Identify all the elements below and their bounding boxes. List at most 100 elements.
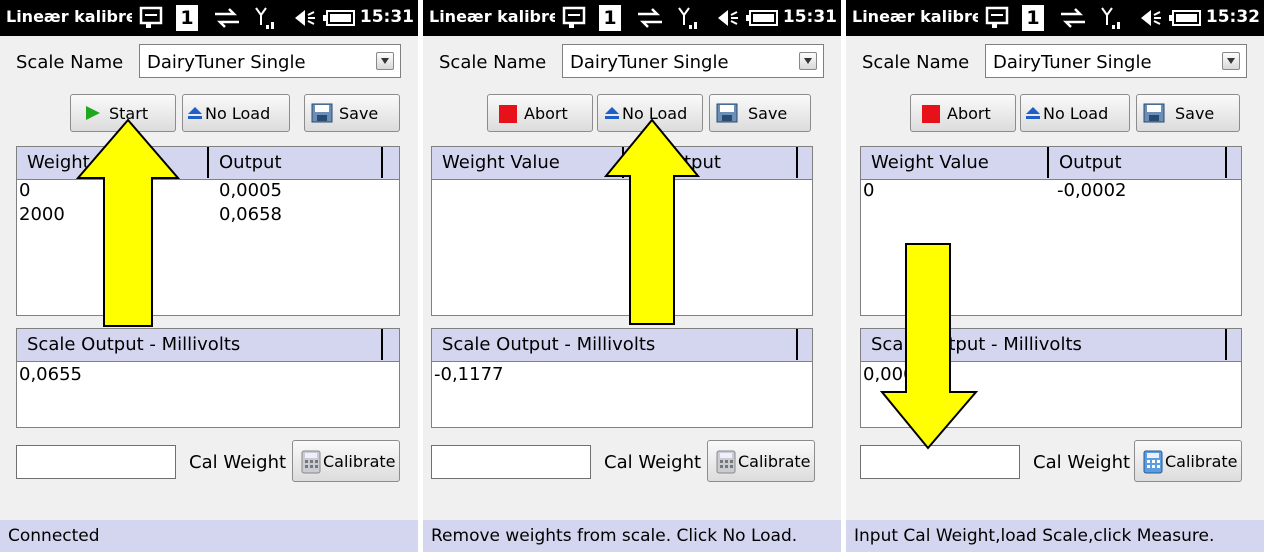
volume-icon[interactable] — [1138, 5, 1164, 31]
sync-arrows-icon — [638, 8, 662, 28]
header-spacer — [1225, 329, 1241, 360]
eject-icon — [1026, 107, 1040, 119]
volume-icon[interactable] — [715, 5, 741, 31]
scale-name-label: Scale Name — [439, 52, 547, 73]
chat-icon[interactable] — [984, 5, 1012, 31]
battery-icon — [746, 10, 778, 26]
chat-icon[interactable] — [138, 5, 166, 31]
scale-output-box: Scale Output - Millivolts 0,0655 — [16, 328, 400, 428]
column-header-weight[interactable]: Weight Value — [861, 147, 1049, 178]
output-cell: 0,0658 — [219, 204, 282, 225]
calibrate-button-label: Calibrate — [1165, 452, 1238, 471]
status-text: Connected — [8, 526, 100, 546]
title-bar: Lineær kalibre 1 15:32 — [846, 0, 1264, 36]
weight-cell: 0 — [19, 180, 31, 201]
abort-button-label: Abort — [947, 104, 991, 123]
scale-output-header: Scale Output - Millivolts — [17, 329, 399, 362]
header-spacer — [383, 329, 399, 360]
scale-output-title: Scale Output - Millivolts — [432, 329, 798, 360]
no-load-button[interactable]: No Load — [1020, 94, 1130, 132]
battery-icon — [1169, 10, 1201, 26]
sync-arrows-icon — [1061, 8, 1085, 28]
column-header-output[interactable]: Output — [1049, 147, 1227, 178]
scale-name-select[interactable]: DairyTuner Single — [985, 44, 1247, 78]
save-button[interactable]: Save — [1136, 94, 1240, 132]
yellow-arrow-down — [879, 243, 979, 450]
save-button[interactable]: Save — [304, 94, 400, 132]
column-header-output[interactable]: Output — [209, 147, 383, 178]
weight-cell: 0 — [863, 180, 875, 201]
abort-button[interactable]: Abort — [910, 94, 1016, 132]
chevron-down-icon[interactable] — [376, 52, 394, 70]
app-title: Lineær kalibre — [6, 7, 132, 26]
status-text: Input Cal Weight,load Scale,click Measur… — [854, 526, 1215, 546]
title-bar: Lineær kalibre 1 15:31 — [0, 0, 418, 36]
cal-weight-label: Cal Weight — [1033, 452, 1131, 473]
scale-name-label: Scale Name — [862, 52, 970, 73]
scale-output-box: Scale Output - Millivolts -0,1177 — [431, 328, 813, 428]
yellow-arrow-up — [75, 118, 181, 327]
floppy-icon — [716, 103, 738, 123]
calculator-icon — [1143, 450, 1163, 474]
app-title: Lineær kalibre — [852, 7, 978, 26]
chat-icon[interactable] — [561, 5, 589, 31]
no-load-button-label: No Load — [1043, 104, 1109, 123]
calculator-icon — [716, 450, 736, 474]
chevron-down-icon[interactable] — [799, 52, 817, 70]
scale-output-value: -0,1177 — [434, 364, 504, 385]
sim-indicator: 1 — [176, 5, 198, 31]
calibrate-button[interactable]: Calibrate — [1134, 440, 1242, 482]
calculator-icon — [301, 450, 321, 474]
weight-cell: 2000 — [19, 204, 65, 225]
app-title: Lineær kalibre — [429, 7, 555, 26]
no-load-button-label: No Load — [205, 104, 271, 123]
save-button-label: Save — [748, 104, 788, 123]
save-button[interactable]: Save — [709, 94, 811, 132]
status-bar: Input Cal Weight,load Scale,click Measur… — [846, 520, 1264, 552]
volume-icon[interactable] — [292, 5, 318, 31]
scale-name-value: DairyTuner Single — [570, 52, 729, 73]
clock: 15:31 — [359, 7, 414, 27]
stop-icon — [499, 105, 517, 123]
eject-icon — [188, 107, 202, 119]
calibrate-button-label: Calibrate — [323, 452, 396, 471]
scale-output-value: 0,0655 — [19, 364, 82, 385]
abort-button-label: Abort — [524, 104, 568, 123]
title-bar: Lineær kalibre 1 15:31 — [423, 0, 841, 36]
sim-indicator: 1 — [599, 5, 621, 31]
signal-icon — [255, 7, 274, 29]
abort-button[interactable]: Abort — [487, 94, 593, 132]
clock: 15:32 — [1205, 7, 1260, 27]
floppy-icon — [1143, 103, 1165, 123]
scale-name-value: DairyTuner Single — [993, 52, 1152, 73]
status-bar: Connected — [0, 520, 418, 552]
cal-weight-label: Cal Weight — [604, 452, 702, 473]
column-header-weight[interactable]: Weight Value — [432, 147, 624, 178]
scale-name-select[interactable]: DairyTuner Single — [562, 44, 824, 78]
output-cell: 0,0005 — [219, 180, 282, 201]
calibrate-button[interactable]: Calibrate — [707, 440, 815, 482]
table-header: Weight Value Output — [861, 147, 1241, 180]
calibrate-button[interactable]: Calibrate — [292, 440, 400, 482]
header-spacer — [796, 329, 812, 360]
cal-weight-input[interactable] — [431, 445, 591, 479]
calibrate-button-label: Calibrate — [738, 452, 811, 471]
signal-icon — [678, 7, 697, 29]
stop-icon — [922, 105, 940, 123]
scale-name-label: Scale Name — [16, 52, 124, 73]
chevron-down-icon[interactable] — [1222, 52, 1240, 70]
screen-panel-2: Lineær kalibre 1 15:31 Scale Name DairyT… — [423, 0, 841, 552]
yellow-arrow-up — [603, 118, 701, 325]
save-button-label: Save — [1175, 104, 1215, 123]
status-text: Remove weights from scale. Click No Load… — [431, 526, 798, 546]
header-spacer — [383, 147, 399, 178]
scale-name-select[interactable]: DairyTuner Single — [139, 44, 401, 78]
floppy-icon — [311, 103, 333, 123]
scale-output-title: Scale Output - Millivolts — [17, 329, 383, 360]
header-spacer — [1225, 147, 1241, 178]
no-load-button[interactable]: No Load — [182, 94, 290, 132]
cal-weight-input[interactable] — [16, 445, 176, 479]
clock: 15:31 — [782, 7, 837, 27]
header-spacer — [796, 147, 812, 178]
save-button-label: Save — [339, 104, 379, 123]
